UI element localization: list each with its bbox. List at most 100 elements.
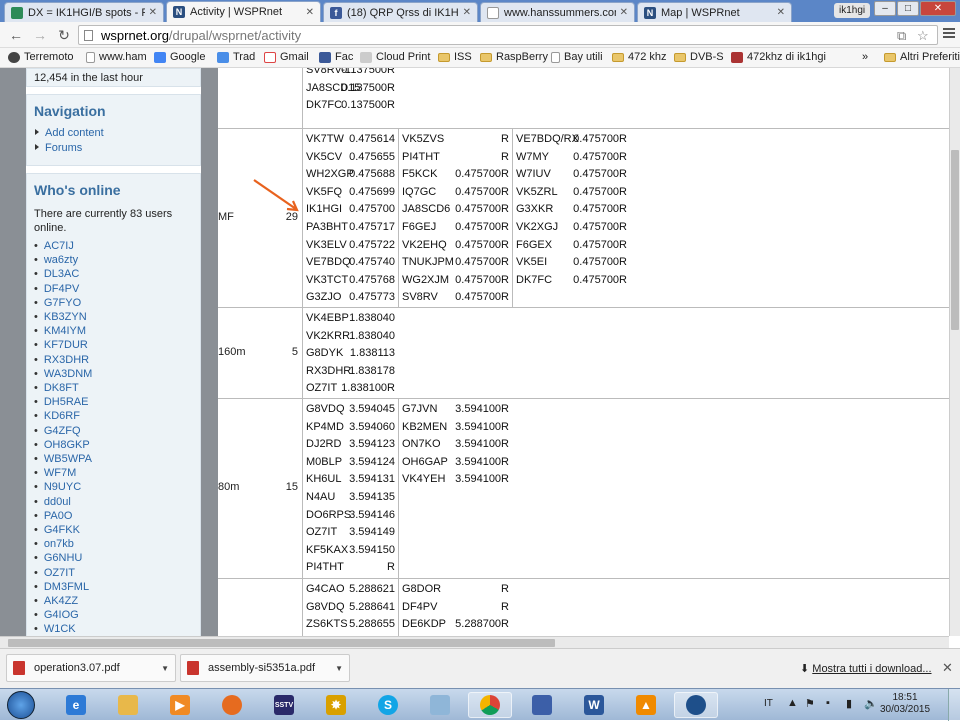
online-user-link[interactable]: G4FKK	[34, 523, 200, 537]
bookmark-bay-utili[interactable]: Bay utili	[551, 51, 603, 63]
bookmark-google[interactable]: Google	[154, 51, 205, 63]
save-disk-icon[interactable]	[520, 692, 564, 718]
sstv-icon[interactable]: SSTV	[262, 692, 306, 718]
online-user-link[interactable]: WB5WPA	[34, 452, 200, 466]
vlc-icon[interactable]: ▲	[624, 692, 668, 718]
online-user-link[interactable]: PA0O	[34, 509, 200, 523]
caret-down-icon[interactable]: ▼	[161, 664, 169, 673]
horizontal-scroll-thumb[interactable]	[8, 639, 555, 647]
online-user-link[interactable]: AC7IJ	[34, 239, 200, 253]
close-window-button[interactable]: ✕	[920, 1, 956, 16]
online-user-link[interactable]: DM3FML	[34, 580, 200, 594]
bookmark-fac[interactable]: Fac	[319, 51, 353, 63]
bookmark-star-icon[interactable]: ☆	[917, 28, 929, 44]
show-desktop-button[interactable]	[948, 689, 960, 721]
globe-icon[interactable]	[674, 692, 718, 718]
bookmark-472khz-di-ik1hgi[interactable]: 472khz di ik1hgi	[731, 51, 826, 63]
online-user-link[interactable]: DH5RAE	[34, 395, 200, 409]
add-content-link[interactable]: Add content	[35, 127, 200, 139]
bookmark-trad[interactable]: Trad	[217, 51, 255, 63]
tab-activity-wsprnet[interactable]: N Activity | WSPRnet ✕	[166, 1, 321, 22]
spot-entry: DJ2RD 3.594123	[306, 436, 395, 454]
online-user-link[interactable]: dd0ul	[34, 495, 200, 509]
online-user-link[interactable]: N9UYC	[34, 480, 200, 494]
start-button[interactable]	[7, 691, 35, 719]
firefox-icon[interactable]	[210, 692, 254, 718]
tray-app-icon[interactable]: ▪	[826, 697, 830, 709]
tab-close-icon[interactable]: ✕	[149, 7, 157, 18]
close-icon[interactable]: ✕	[942, 660, 953, 676]
vertical-scroll-thumb[interactable]	[951, 150, 959, 330]
bookmark-raspberry[interactable]: RaspBerry	[480, 51, 548, 63]
profile-badge[interactable]: ik1hgi	[834, 3, 871, 18]
tab-close-icon[interactable]: ✕	[777, 7, 785, 18]
burst-app-icon[interactable]: ✸	[314, 692, 358, 718]
bookmark-cloud-print[interactable]: Cloud Print	[360, 51, 430, 63]
url-text[interactable]: wsprnet.org/drupal/wsprnet/activity	[101, 28, 301, 43]
bookmark-altri-preferiti[interactable]: Altri Preferiti	[884, 51, 960, 63]
reload-icon[interactable]: ↻	[55, 26, 73, 44]
online-user-link[interactable]: WF7M	[34, 466, 200, 480]
online-user-link[interactable]: WA3DNM	[34, 367, 200, 381]
bookmark-iss[interactable]: ISS	[438, 51, 472, 63]
online-user-link[interactable]: G7FYO	[34, 296, 200, 310]
back-arrow-icon[interactable]: ←	[7, 26, 25, 44]
bookmark-dvb-s[interactable]: DVB-S	[674, 51, 724, 63]
flag-icon[interactable]: ⚑	[805, 697, 815, 710]
tab-close-icon[interactable]: ✕	[463, 7, 471, 18]
address-bar[interactable]: wsprnet.org/drupal/wsprnet/activity ⧉ ☆	[78, 25, 938, 45]
volume-icon[interactable]: 🔈	[864, 697, 878, 710]
tray-expand-icon[interactable]: ▲	[787, 697, 798, 709]
online-user-link[interactable]: KF7DUR	[34, 338, 200, 352]
chrome-icon[interactable]	[468, 692, 512, 718]
show-all-downloads-link[interactable]: ⬇ Mostra tutti i download...	[800, 662, 932, 675]
skype-icon[interactable]: S	[366, 692, 410, 718]
media-player-icon[interactable]: ▶	[158, 692, 202, 718]
tab-close-icon[interactable]: ✕	[620, 7, 628, 18]
online-user-link[interactable]: RX3DHR	[34, 353, 200, 367]
translate-page-icon[interactable]: ⧉	[897, 28, 906, 44]
online-user-link[interactable]: wa6zty	[34, 253, 200, 267]
online-user-link[interactable]: OZ7IT	[34, 566, 200, 580]
maximize-button[interactable]: □	[897, 1, 919, 16]
online-user-link[interactable]: W1CK	[34, 622, 200, 636]
horizontal-scrollbar[interactable]	[0, 636, 949, 648]
tab-hanssummers[interactable]: www.hanssummers.com/ ✕	[480, 2, 635, 22]
internet-explorer-icon[interactable]: e	[54, 692, 98, 718]
vertical-scrollbar[interactable]	[949, 68, 960, 636]
online-user-link[interactable]: G4ZFQ	[34, 424, 200, 438]
bookmark-gmail[interactable]: Gmail	[264, 51, 309, 63]
word-icon[interactable]: W	[572, 692, 616, 718]
online-user-link[interactable]: KM4IYM	[34, 324, 200, 338]
online-user-link[interactable]: G4IOG	[34, 608, 200, 622]
minimize-button[interactable]: –	[874, 1, 896, 16]
download-item[interactable]: assembly-si5351a.pdf ▼	[180, 654, 350, 682]
tab-map-wsprnet[interactable]: N Map | WSPRnet ✕	[637, 2, 792, 22]
tab-qrp-qrss[interactable]: f (18) QRP Qrss di IK1HGI ✕	[323, 2, 478, 22]
online-user-link[interactable]: DL3AC	[34, 267, 200, 281]
cube-app-icon[interactable]	[418, 692, 462, 718]
online-user-link[interactable]: DF4PV	[34, 282, 200, 296]
online-user-link[interactable]: on7kb	[34, 537, 200, 551]
bookmark-www-ham[interactable]: www.ham	[86, 51, 147, 63]
online-user-link[interactable]: DK8FT	[34, 381, 200, 395]
forums-link[interactable]: Forums	[35, 142, 200, 154]
download-item[interactable]: operation3.07.pdf ▼	[6, 654, 176, 682]
online-user-link[interactable]: G6NHU	[34, 551, 200, 565]
online-user-link[interactable]: AK4ZZ	[34, 594, 200, 608]
input-language[interactable]: IT	[764, 698, 773, 709]
bookmark-terremoto[interactable]: Terremoto	[8, 51, 74, 63]
bookmarks-more-chevron[interactable]: »	[862, 51, 868, 63]
online-user-link[interactable]: KB3ZYN	[34, 310, 200, 324]
caret-down-icon[interactable]: ▼	[335, 664, 343, 673]
online-user-link[interactable]: OH8GKP	[34, 438, 200, 452]
forward-arrow-icon[interactable]: →	[31, 26, 49, 44]
file-explorer-icon[interactable]	[106, 692, 150, 718]
chrome-menu-icon[interactable]	[943, 28, 955, 40]
system-clock[interactable]: 18:51 30/03/2015	[880, 692, 930, 716]
tab-close-icon[interactable]: ✕	[306, 7, 314, 18]
tab-dx-spots[interactable]: DX = IK1HGI/B spots - R ✕	[4, 2, 164, 22]
bookmark-472khz[interactable]: 472 khz	[612, 51, 667, 63]
online-user-link[interactable]: KD6RF	[34, 409, 200, 423]
network-icon[interactable]: ▮	[846, 697, 852, 710]
